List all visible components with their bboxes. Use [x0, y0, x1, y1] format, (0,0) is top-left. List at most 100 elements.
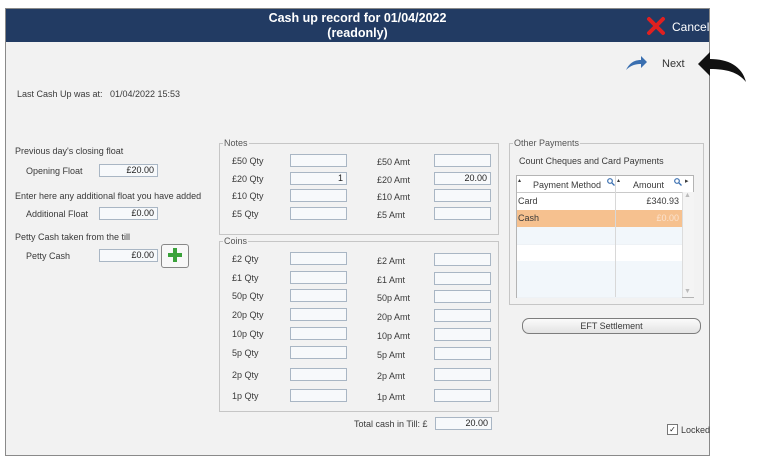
curved-arrow-annotation-icon [698, 48, 750, 90]
additional-float-field[interactable]: £0.00 [99, 207, 158, 220]
qty-field[interactable] [290, 346, 347, 359]
cancel-label: Cancel [672, 20, 710, 34]
amount-cell: £340.93 [646, 196, 679, 206]
add-petty-cash-button[interactable] [161, 244, 189, 268]
amt-field[interactable] [434, 207, 491, 220]
grid-header: ▴ Payment Method ▴ Amount ▸ [517, 176, 693, 193]
amt-label: 2p Amt [377, 371, 406, 381]
amt-field[interactable] [434, 189, 491, 202]
last-cash-up-label: Last Cash Up was at: [17, 89, 103, 99]
checkbox-box[interactable]: ✓ [667, 424, 678, 435]
close-x-icon [646, 16, 666, 39]
notes-title: Notes [223, 138, 249, 148]
scroll-up-icon[interactable]: ▲ [684, 192, 691, 199]
qty-label: 2p Qty [232, 370, 259, 380]
amt-label: £5 Amt [377, 210, 406, 220]
other-payments-title: Other Payments [513, 138, 581, 148]
col-amount[interactable]: Amount [633, 180, 664, 190]
last-cash-up-value: 01/04/2022 15:53 [110, 89, 181, 99]
amt-label: 50p Amt [377, 293, 411, 303]
total-cash-field[interactable]: 20.00 [435, 417, 492, 430]
qty-field[interactable] [290, 289, 347, 302]
qty-label: 20p Qty [232, 310, 264, 320]
amt-field[interactable] [434, 368, 491, 381]
petty-cash-label: Petty Cash [26, 251, 71, 261]
payments-grid: ▴ Payment Method ▴ Amount ▸ Card £340.93… [516, 175, 694, 298]
petty-cash-field[interactable]: £0.00 [99, 249, 158, 262]
cancel-button[interactable]: Cancel [646, 16, 710, 39]
window-subtitle: (readonly) [327, 26, 388, 40]
amt-label: 5p Amt [377, 350, 406, 360]
petty-cash-heading: Petty Cash taken from the till [15, 232, 131, 242]
qty-label: £10 Qty [232, 191, 264, 201]
scroll-down-icon[interactable]: ▼ [684, 288, 691, 295]
locked-label: Locked [681, 424, 711, 435]
column-menu-icon[interactable]: ▸ [685, 177, 689, 185]
coins-group: Coins £2 Qty £2 Amt £1 Qty £1 Amt 50p Qt… [219, 236, 499, 412]
qty-label: £1 Qty [232, 273, 259, 283]
amt-field[interactable] [434, 328, 491, 341]
eft-settlement-button[interactable]: EFT Settlement [522, 318, 701, 334]
amt-field[interactable] [434, 154, 491, 167]
next-label: Next [662, 58, 685, 70]
qty-field[interactable]: 1 [290, 172, 347, 185]
payment-method-cell: Card [518, 196, 538, 206]
amt-label: £1 Amt [377, 275, 406, 285]
qty-field[interactable] [290, 154, 347, 167]
window-title: Cash up record for 01/04/2022 [268, 11, 447, 25]
opening-float-label: Opening Float [26, 166, 83, 176]
qty-field[interactable] [290, 271, 347, 284]
empty-row [517, 244, 682, 262]
qty-label: £2 Qty [232, 254, 259, 264]
amt-field[interactable] [434, 253, 491, 266]
notes-group: Notes £50 Qty £50 Amt £20 Qty 1 £20 Amt … [219, 138, 499, 235]
amt-field[interactable] [434, 309, 491, 322]
qty-field[interactable] [290, 327, 347, 340]
qty-field[interactable] [290, 189, 347, 202]
amt-label: 1p Amt [377, 392, 406, 402]
amt-field[interactable] [434, 290, 491, 303]
col-payment-method[interactable]: Payment Method [533, 180, 601, 190]
payment-method-cell: Cash [518, 213, 540, 223]
qty-field[interactable] [290, 368, 347, 381]
amt-field[interactable] [434, 389, 491, 402]
locked-checkbox[interactable]: ✓ Locked [667, 424, 710, 435]
qty-label: £5 Qty [232, 209, 259, 219]
amt-field[interactable] [434, 347, 491, 360]
title-bar: Cash up record for 01/04/2022 (readonly)… [6, 9, 709, 42]
amt-label: 20p Amt [377, 312, 411, 322]
qty-label: 5p Qty [232, 348, 259, 358]
amt-field[interactable] [434, 272, 491, 285]
qty-label: £50 Qty [232, 156, 264, 166]
opening-float-field[interactable]: £20.00 [99, 164, 158, 177]
table-row[interactable]: Card £340.93 [517, 193, 682, 211]
next-button[interactable]: Next [624, 55, 685, 73]
prev-float-heading: Previous day's closing float [15, 146, 124, 156]
qty-label: 1p Qty [232, 391, 259, 401]
qty-label: 50p Qty [232, 291, 264, 301]
sort-icon: ▴ [617, 178, 621, 184]
qty-field[interactable] [290, 207, 347, 220]
qty-field[interactable] [290, 389, 347, 402]
table-row[interactable]: Cash £0.00 [517, 210, 682, 228]
search-icon[interactable] [674, 178, 682, 188]
amount-cell: £0.00 [656, 213, 679, 223]
vertical-scrollbar[interactable]: ▲ ▼ [682, 192, 694, 297]
total-cash-label: Total cash in Till: £ [354, 419, 428, 429]
forward-arrow-icon [624, 54, 648, 75]
amt-label: 10p Amt [377, 331, 411, 341]
amt-label: £2 Amt [377, 256, 406, 266]
search-icon[interactable] [607, 178, 615, 188]
qty-field[interactable] [290, 252, 347, 265]
empty-row [517, 261, 682, 279]
amt-field[interactable]: 20.00 [434, 172, 491, 185]
additional-float-heading: Enter here any additional float you have… [15, 191, 202, 201]
qty-label: 10p Qty [232, 329, 264, 339]
amt-label: £50 Amt [377, 157, 411, 167]
qty-field[interactable] [290, 308, 347, 321]
qty-label: £20 Qty [232, 174, 264, 184]
plus-icon [167, 247, 183, 265]
empty-row [517, 227, 682, 245]
other-payments-subtitle: Count Cheques and Card Payments [519, 156, 664, 166]
empty-row [517, 278, 682, 298]
